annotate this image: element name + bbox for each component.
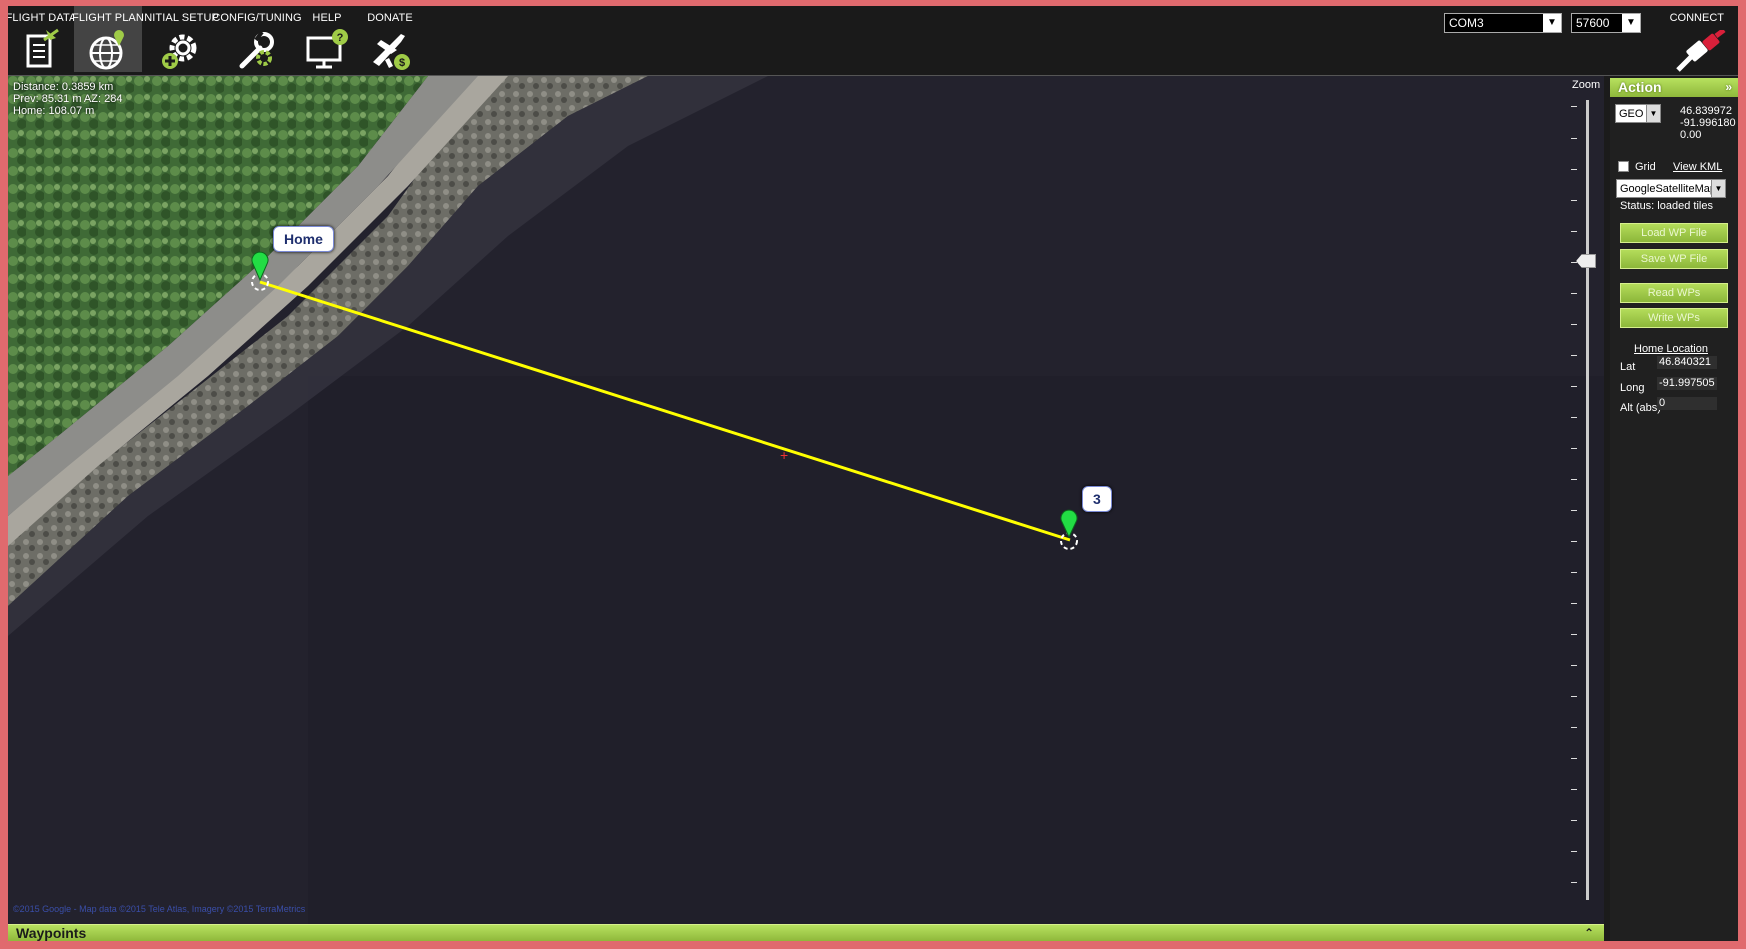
home-long-input[interactable]: -91.997505 <box>1657 377 1717 390</box>
zoom-tick <box>1571 820 1577 821</box>
map-center-crosshair: + <box>780 447 789 463</box>
monitor-help-icon: ? <box>306 29 348 69</box>
zoom-tick <box>1571 510 1577 511</box>
double-chevron-right-icon[interactable]: » <box>1725 78 1732 97</box>
svg-text:?: ? <box>337 32 344 44</box>
tab-label: FLIGHT DATA <box>8 12 77 24</box>
zoom-tick <box>1571 293 1577 294</box>
mission-planner-window: FLIGHT DATA FLIGHT PLAN INITIAL SETUP CO… <box>8 6 1738 941</box>
cursor-lat: 46.839972 <box>1680 105 1732 117</box>
zoom-tick <box>1571 200 1577 201</box>
map-provider-value: GoogleSatelliteMap <box>1620 183 1717 195</box>
action-panel-header[interactable]: Action » <box>1610 78 1738 97</box>
plug-icon[interactable] <box>1674 30 1728 72</box>
save-wp-file-button[interactable]: Save WP File <box>1620 249 1728 269</box>
map-status: Status: loaded tiles <box>1620 200 1713 212</box>
zoom-tick <box>1571 106 1577 107</box>
coord-system-value: GEO <box>1619 108 1644 120</box>
wrench-gear-icon <box>239 30 274 69</box>
zoom-tick <box>1571 262 1577 263</box>
zoom-tick <box>1571 386 1577 387</box>
distance-info: Distance: 0.3859 km Prev: 85.31 m AZ: 28… <box>13 81 122 117</box>
grid-checkbox[interactable] <box>1618 161 1629 172</box>
zoom-label: Zoom <box>1572 79 1601 91</box>
zoom-tick <box>1571 634 1577 635</box>
gear-plus-icon <box>162 34 197 69</box>
tab-help[interactable]: HELP ? <box>296 6 358 72</box>
zoom-tick <box>1571 169 1577 170</box>
map-view[interactable]: Distance: 0.3859 km Prev: 85.31 m AZ: 28… <box>8 76 1604 924</box>
zoom-tick <box>1571 727 1577 728</box>
globe-pin-icon <box>89 30 124 70</box>
zoom-tick <box>1571 541 1577 542</box>
connect-label: CONNECT <box>1669 12 1724 24</box>
svg-text:$: $ <box>399 57 405 69</box>
map-copyright: ©2015 Google - Map data ©2015 Tele Atlas… <box>13 904 306 914</box>
action-panel: Action » GEO ▼ 46.839972 -91.996180 0.00… <box>1610 78 1738 941</box>
zoom-tick <box>1571 882 1577 883</box>
zoom-tick <box>1571 355 1577 356</box>
double-chevron-up-icon[interactable]: ⌃ <box>1584 925 1594 941</box>
waypoint-marker-label[interactable]: 3 <box>1082 486 1112 512</box>
home-lat-input[interactable]: 46.840321 <box>1657 356 1717 369</box>
port-select[interactable]: COM3 ▼ <box>1444 13 1562 33</box>
tab-label: DONATE <box>367 12 413 24</box>
tab-flight-data[interactable]: FLIGHT DATA <box>8 6 77 72</box>
main-toolbar: FLIGHT DATA FLIGHT PLAN INITIAL SETUP CO… <box>8 6 1738 76</box>
zoom-tick <box>1571 479 1577 480</box>
prev-text: Prev: 85.31 m AZ: 284 <box>13 93 123 105</box>
zoom-tick <box>1571 324 1577 325</box>
zoom-tick <box>1571 789 1577 790</box>
tab-config-tuning[interactable]: CONFIG/TUNING <box>212 6 302 72</box>
baud-value: 57600 <box>1576 16 1610 30</box>
home-marker-label[interactable]: Home <box>273 226 334 252</box>
tab-label: INITIAL SETUP <box>141 12 219 24</box>
zoom-tick <box>1571 758 1577 759</box>
zoom-tick <box>1571 448 1577 449</box>
home-long-label: Long <box>1620 382 1645 394</box>
home-alt-input[interactable]: 0 <box>1657 397 1717 410</box>
action-panel-title: Action <box>1618 79 1662 95</box>
zoom-tick <box>1571 231 1577 232</box>
home-distance-text: Home: 108.07 m <box>13 105 95 117</box>
port-value: COM3 <box>1449 16 1484 30</box>
chevron-down-icon: ▼ <box>1711 180 1725 197</box>
home-alt-label: Alt (abs) <box>1620 402 1661 414</box>
tab-label: HELP <box>312 12 342 24</box>
coord-system-select[interactable]: GEO ▼ <box>1615 104 1661 123</box>
cursor-alt: 0.00 <box>1680 129 1702 141</box>
baud-select[interactable]: 57600 ▼ <box>1571 13 1641 33</box>
map-provider-select[interactable]: GoogleSatelliteMap ▼ <box>1616 179 1726 198</box>
home-location-link[interactable]: Home Location <box>1634 343 1708 355</box>
waypoints-title: Waypoints <box>16 925 87 941</box>
chevron-down-icon: ▼ <box>1646 105 1660 122</box>
tab-label: CONFIG/TUNING <box>212 12 302 24</box>
write-wps-button[interactable]: Write WPs <box>1620 308 1728 328</box>
zoom-tick <box>1571 665 1577 666</box>
clipboard-plane-icon <box>26 28 59 68</box>
zoom-tick <box>1571 138 1577 139</box>
zoom-tick <box>1571 851 1577 852</box>
tab-label: FLIGHT PLAN <box>72 12 144 24</box>
chevron-down-icon: ▼ <box>1543 14 1561 32</box>
view-kml-link[interactable]: View KML <box>1673 161 1722 173</box>
distance-text: Distance: 0.3859 km <box>13 81 114 93</box>
tab-donate[interactable]: DONATE $ <box>358 6 422 72</box>
plane-dollar-icon: $ <box>373 34 410 70</box>
zoom-slider-track[interactable] <box>1586 100 1589 900</box>
zoom-tick <box>1571 696 1577 697</box>
home-lat-label: Lat <box>1620 361 1636 373</box>
load-wp-file-button[interactable]: Load WP File <box>1620 223 1728 243</box>
zoom-tick <box>1571 417 1577 418</box>
zoom-tick <box>1571 603 1577 604</box>
grid-label: Grid <box>1635 161 1656 173</box>
tab-flight-plan[interactable]: FLIGHT PLAN <box>72 6 144 72</box>
cursor-lng: -91.996180 <box>1680 117 1736 129</box>
waypoints-bar[interactable]: Waypoints ⌃ <box>8 924 1604 941</box>
chevron-down-icon: ▼ <box>1622 14 1640 32</box>
read-wps-button[interactable]: Read WPs <box>1620 283 1728 303</box>
tab-initial-setup[interactable]: INITIAL SETUP <box>141 6 219 72</box>
satellite-imagery <box>8 76 1604 924</box>
zoom-tick <box>1571 572 1577 573</box>
